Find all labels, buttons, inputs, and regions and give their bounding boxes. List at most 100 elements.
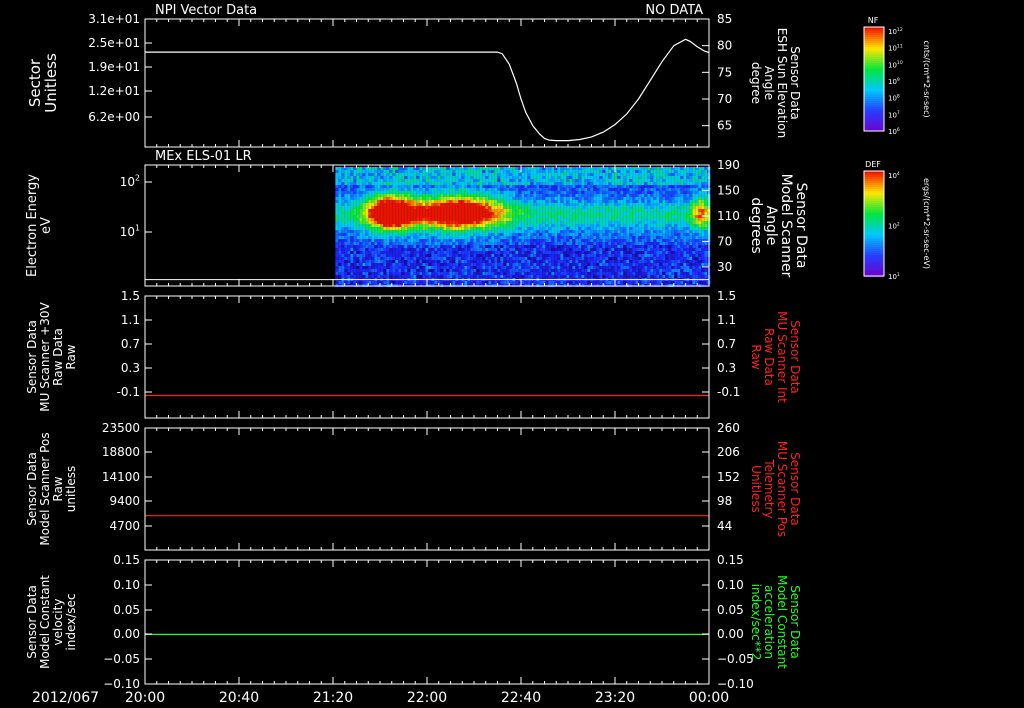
spectrogram-cell [464,266,468,269]
spectrogram-cell [692,257,696,260]
spectrogram-cell [491,224,495,227]
spectrogram-cell [359,206,363,209]
spectrogram-cell [584,200,588,203]
spectrogram-cell [599,191,603,194]
spectrogram-cell [683,236,687,239]
spectrogram-cell [368,275,372,278]
spectrogram-cell [647,269,651,272]
spectrogram-cell [530,248,534,251]
spectrogram-cell [485,275,489,278]
spectrogram-cell [356,194,360,197]
spectrogram-cell [368,230,372,233]
spectrogram-cell [668,191,672,194]
spectrogram-cell [467,227,471,230]
spectrogram-cell [698,221,702,224]
spectrogram-cell [614,194,618,197]
spectrogram-cell [458,191,462,194]
spectrogram-cell [515,176,519,179]
spectrogram-cell [461,203,465,206]
spectrogram-cell [344,191,348,194]
spectrogram-cell [467,254,471,257]
spectrogram-cell [641,206,645,209]
spectrogram-cell [356,224,360,227]
spectrogram-cell [542,248,546,251]
spectrogram-cell [392,230,396,233]
spectrogram-cell [530,170,534,173]
spectrogram-cell [521,260,525,263]
spectrogram-cell [620,224,624,227]
spectrogram-cell [389,185,393,188]
spectrogram-cell [434,194,438,197]
spectrogram-cell [506,203,510,206]
spectrogram-cell [440,272,444,275]
spectrogram-cell [512,227,516,230]
spectrogram-cell [356,173,360,176]
spectrogram-cell [659,254,663,257]
spectrogram-cell [611,254,615,257]
spectrogram-cell [557,248,561,251]
spectrogram-cell [461,260,465,263]
spectrogram-cell [629,209,633,212]
spectrogram-cell [488,269,492,272]
spectrogram-cell [590,260,594,263]
spectrogram-cell [431,212,435,215]
spectrogram-cell [413,239,417,242]
spectrogram-cell [617,173,621,176]
spectrogram-cell [368,200,372,203]
spectrogram-cell [482,230,486,233]
spectrogram-cell [548,203,552,206]
spectrogram-cell [524,215,528,218]
spectrogram-cell [377,221,381,224]
spectrogram-cell [518,257,522,260]
spectrogram-cell [584,269,588,272]
spectrogram-cell [569,188,573,191]
spectrogram-cell [383,176,387,179]
spectrogram-cell [494,179,498,182]
spectrogram-cell [467,173,471,176]
spectrogram-cell [539,182,543,185]
spectrogram-cell [476,239,480,242]
spectrogram-cell [536,206,540,209]
spectrogram-cell [341,209,345,212]
spectrogram-cell [572,170,576,173]
spectrogram-cell [470,188,474,191]
spectrogram-cell [425,176,429,179]
spectrogram-cell [686,176,690,179]
spectrogram-cell [524,176,528,179]
spectrogram-cell [659,194,663,197]
spectrogram-cell [335,209,339,212]
spectrogram-cell [467,233,471,236]
spectrogram-cell [662,221,666,224]
spectrogram-cell [335,224,339,227]
spectrogram-cell [458,203,462,206]
spectrogram-cell [623,221,627,224]
spectrogram-cell [488,215,492,218]
spectrogram-cell [377,260,381,263]
spectrogram-cell [485,203,489,206]
spectrogram-cell [602,176,606,179]
spectrogram-cell [629,242,633,245]
spectrogram-cell [455,218,459,221]
spectrogram-cell [356,185,360,188]
spectrogram-cell [548,176,552,179]
spectrogram-cell [560,194,564,197]
spectrogram-cell [425,227,429,230]
spectrogram-cell [521,176,525,179]
spectrogram-cell [335,170,339,173]
spectrogram-cell [425,188,429,191]
spectrogram-cell [449,248,453,251]
spectrogram-cell [446,182,450,185]
spectrogram-cell [353,176,357,179]
spectrogram-cell [362,245,366,248]
spectrogram-cell [674,185,678,188]
spectrogram-cell [470,176,474,179]
spectrogram-cell [413,212,417,215]
spectrogram-cell [380,230,384,233]
spectrogram-cell [383,248,387,251]
spectrogram-cell [557,200,561,203]
spectrogram-cell [602,215,606,218]
spectrogram-cell [497,254,501,257]
spectrogram-cell [404,206,408,209]
spectrogram-cell [683,185,687,188]
spectrogram-cell [443,179,447,182]
